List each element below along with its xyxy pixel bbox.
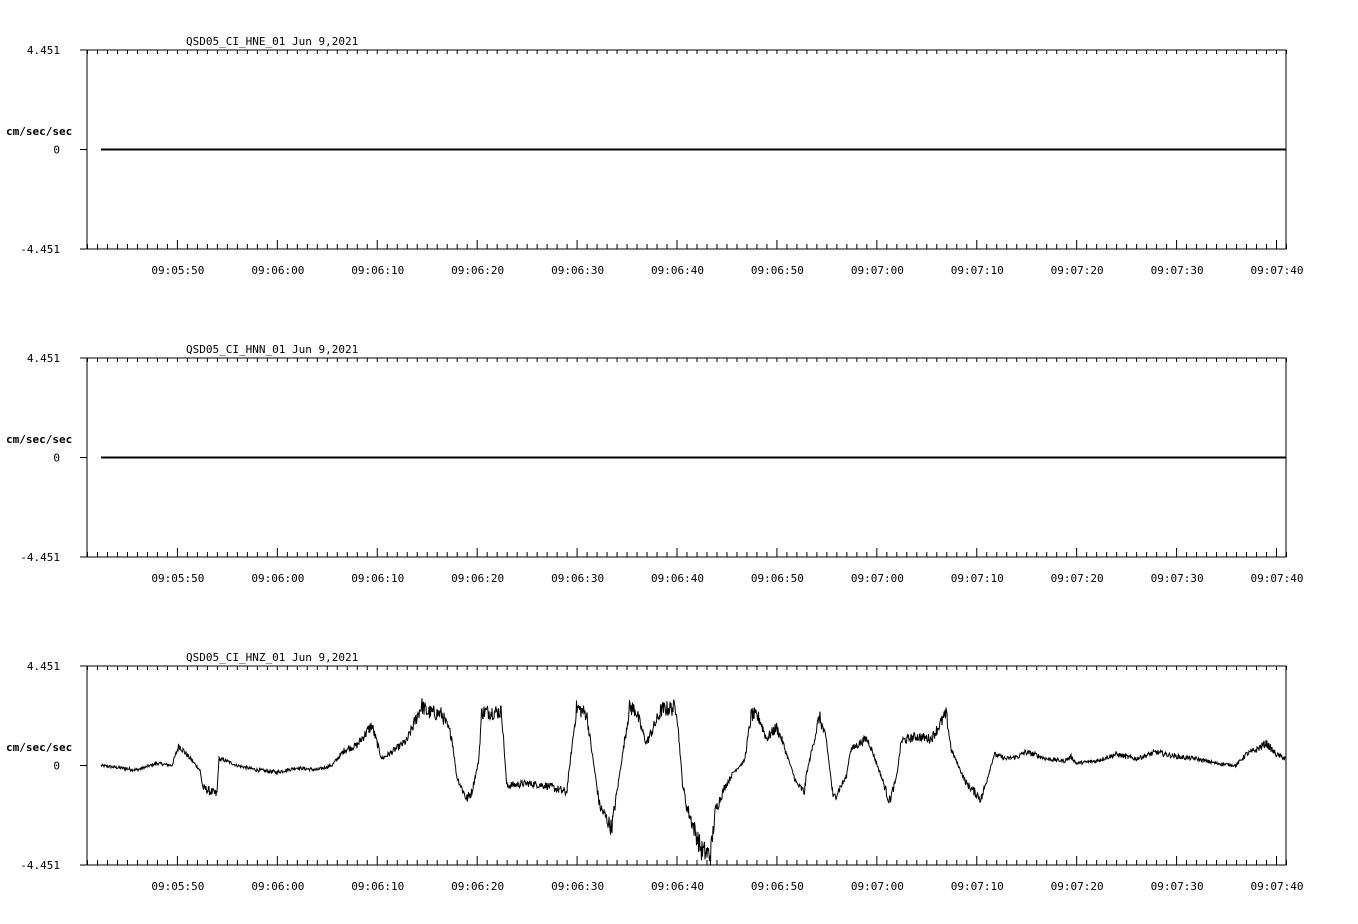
x-tick-label: 09:06:10 [351,572,404,585]
x-tick-label: 09:06:50 [751,264,804,277]
x-tick-label: 09:07:00 [851,572,904,585]
x-tick-label: 09:06:40 [651,880,704,893]
y-axis-label: cm/sec/sec [6,125,72,138]
trace-line [100,698,1287,866]
x-tick-label: 09:07:20 [1051,880,1104,893]
panel-hne: QSD05_CI_HNE_01 Jun 9,2021 4.451 0 -4.451 cm… [6,35,1304,277]
x-tick-label: 09:06:40 [651,264,704,277]
x-tick-label: 09:06:00 [251,572,304,585]
y-axis-label: cm/sec/sec [6,741,72,754]
y-axis-label: cm/sec/sec [6,433,72,446]
x-tick-label: 09:06:20 [451,264,504,277]
x-tick-label: 09:05:50 [151,572,204,585]
x-tick-label: 09:07:40 [1251,572,1304,585]
x-tick-label: 09:07:30 [1151,264,1204,277]
x-tick-label: 09:07:00 [851,880,904,893]
x-tick-label: 09:06:50 [751,572,804,585]
x-tick-label: 09:06:10 [351,880,404,893]
x-tick-label: 09:06:30 [551,572,604,585]
x-tick-label: 09:05:50 [151,880,204,893]
y-tick-label: 4.451 [27,44,60,57]
y-tick-label: 0 [53,452,60,465]
plot-frame [86,665,1287,866]
x-tick-label: 09:06:10 [351,264,404,277]
x-tick-label: 09:07:20 [1051,572,1104,585]
x-tick-label: 09:06:40 [651,572,704,585]
panel-hnn: QSD05_CI_HNN_01 Jun 9,2021 4.451 0 -4.451 cm… [6,343,1304,585]
x-tick-label: 09:07:10 [951,880,1004,893]
seismogram-figure: QSD05_CI_HNE_01 Jun 9,2021 4.451 0 -4.451 cm… [6,35,1304,893]
x-tick-label: 09:07:30 [1151,572,1204,585]
x-tick-label: 09:07:30 [1151,880,1204,893]
x-tick-label: 09:06:20 [451,572,504,585]
panel-title: QSD05_CI_HNZ_01 Jun 9,2021 [186,651,358,664]
y-tick-label: -4.451 [20,243,60,256]
x-tick-label: 09:07:40 [1251,880,1304,893]
panel-hnz: QSD05_CI_HNZ_01 Jun 9,2021 4.451 0 -4.451 cm… [6,651,1304,893]
y-tick-label: 0 [53,144,60,157]
x-tick-label: 09:07:00 [851,264,904,277]
x-tick-label: 09:07:10 [951,264,1004,277]
y-tick-label: 0 [53,760,60,773]
y-tick-label: -4.451 [20,859,60,872]
panel-title: QSD05_CI_HNE_01 Jun 9,2021 [186,35,358,48]
x-tick-label: 09:07:40 [1251,264,1304,277]
x-tick-label: 09:07:10 [951,572,1004,585]
x-tick-label: 09:06:30 [551,264,604,277]
y-tick-label: -4.451 [20,551,60,564]
x-tick-label: 09:07:20 [1051,264,1104,277]
y-tick-label: 4.451 [27,660,60,673]
y-tick-label: 4.451 [27,352,60,365]
x-tick-label: 09:05:50 [151,264,204,277]
x-tick-label: 09:06:20 [451,880,504,893]
x-tick-label: 09:06:30 [551,880,604,893]
panel-title: QSD05_CI_HNN_01 Jun 9,2021 [186,343,358,356]
x-tick-label: 09:06:00 [251,264,304,277]
x-tick-label: 09:06:50 [751,880,804,893]
x-tick-label: 09:06:00 [251,880,304,893]
